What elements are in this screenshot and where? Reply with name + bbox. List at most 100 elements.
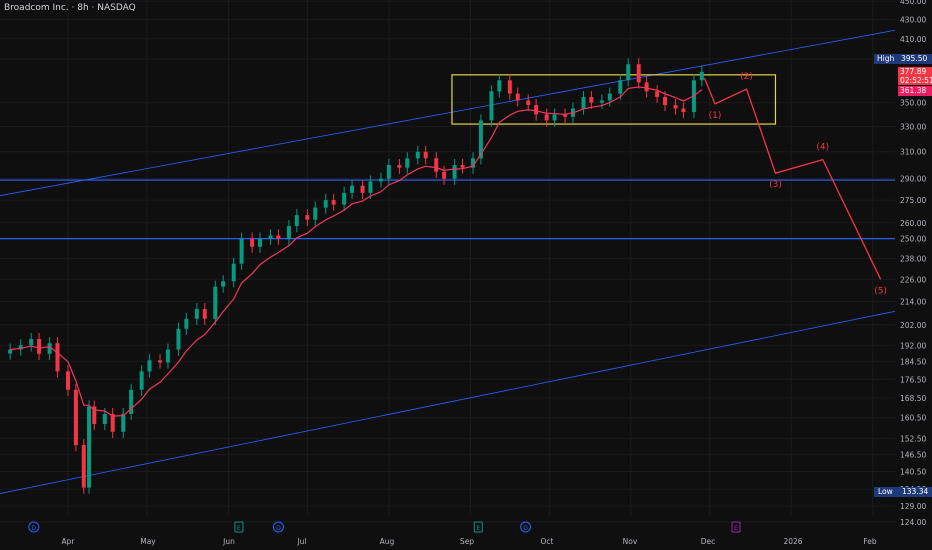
- candle-body: [589, 96, 594, 103]
- time-axis-tick: May: [140, 537, 156, 546]
- price-axis-tick: 330.00: [900, 122, 926, 131]
- price-axis-tick: 310.00: [900, 148, 926, 157]
- candle-body: [102, 413, 107, 425]
- last-price-label: 377.89 02:52:51: [898, 67, 932, 85]
- price-axis-tick: 410.00: [900, 35, 926, 44]
- candle-body: [673, 105, 678, 109]
- price-axis-tick: 202.00: [900, 321, 926, 330]
- candle-body: [681, 108, 686, 113]
- price-axis-tick: 152.50: [900, 434, 926, 443]
- marker-letter: D: [31, 525, 36, 532]
- candle-body: [423, 151, 428, 159]
- wave-label: (3): [769, 180, 782, 190]
- candle-body: [313, 207, 318, 220]
- price-axis-tick: 350.00: [900, 99, 926, 108]
- candle-body: [515, 93, 520, 101]
- earnings-marker-icon[interactable]: E: [234, 521, 244, 533]
- wave-label: (1): [709, 111, 722, 121]
- candle-body: [415, 151, 420, 159]
- price-axis-tick: 176.50: [900, 375, 926, 384]
- candle-body: [147, 360, 152, 372]
- candle-body: [552, 114, 557, 121]
- price-axis-tick: 192.00: [900, 341, 926, 350]
- candle-body: [350, 185, 355, 193]
- ema-line: [10, 86, 703, 417]
- price-axis-tick: 124.00: [900, 518, 926, 527]
- candle-body: [442, 171, 447, 179]
- marker-letter: E: [476, 525, 480, 532]
- candle-body: [360, 185, 365, 193]
- candle-body: [286, 225, 291, 239]
- price-axis-tick: 250.00: [900, 235, 926, 244]
- candle-body: [655, 91, 660, 97]
- time-axis-tick: 2026: [783, 537, 803, 546]
- candle-body: [213, 286, 218, 319]
- ema-price-label: 361.38: [898, 86, 932, 96]
- price-axis-tick: 226.00: [900, 275, 926, 284]
- price-axis-tick: 275.00: [900, 196, 926, 205]
- price-axis-tick: 129.00: [900, 502, 926, 511]
- price-axis-tick: 168.50: [900, 394, 926, 403]
- candle-body: [323, 200, 328, 208]
- candle-body: [507, 80, 512, 94]
- candle-body: [626, 64, 631, 81]
- high-label-text: High: [877, 54, 895, 63]
- channel-line-upper: [0, 29, 897, 197]
- time-axis-tick: Aug: [379, 537, 395, 546]
- candle-body: [294, 215, 299, 226]
- candle-body: [636, 64, 641, 83]
- candle-body: [73, 389, 78, 446]
- candle-body: [618, 80, 623, 94]
- high-price-label: High 395.50: [874, 54, 932, 64]
- price-chart[interactable]: (1)(2)(3)(4)(5)450.00430.00410.00390.003…: [0, 0, 932, 550]
- time-axis-tick: Dec: [700, 537, 716, 546]
- time-axis-tick: Nov: [622, 537, 638, 546]
- ema-value: 361.38: [900, 86, 927, 95]
- candle-body: [497, 80, 502, 92]
- dividend-marker-icon[interactable]: D: [272, 521, 284, 533]
- candle-body: [81, 445, 86, 488]
- price-axis-tick: 450.00: [900, 0, 926, 6]
- candle-body: [165, 349, 170, 363]
- candle-body: [250, 238, 255, 247]
- time-axis-tick: Apr: [61, 537, 75, 546]
- wave-label: (5): [874, 286, 887, 296]
- candle-body: [386, 164, 391, 179]
- low-value: 133.34: [902, 487, 929, 496]
- dividend-marker-icon[interactable]: D: [28, 521, 40, 533]
- candle-body: [644, 82, 649, 92]
- candle-body: [66, 371, 70, 390]
- candle-body: [37, 339, 42, 354]
- time-axis-tick: Jul: [297, 537, 307, 546]
- earnings-marker-icon[interactable]: E: [731, 521, 741, 533]
- candle-body: [581, 96, 586, 109]
- price-axis-tick: 214.00: [900, 297, 926, 306]
- candle-body: [231, 263, 236, 282]
- candle-body: [544, 114, 549, 121]
- price-axis-tick: 290.00: [900, 175, 926, 184]
- low-label-text: Low: [878, 487, 893, 496]
- marker-letter: E: [734, 525, 738, 532]
- candle-body: [663, 96, 668, 106]
- price-axis-tick: 160.50: [900, 414, 926, 423]
- marker-letter: D: [276, 525, 281, 532]
- candle-body: [607, 93, 612, 101]
- candle-body: [599, 100, 604, 103]
- price-axis-tick: 260.00: [900, 219, 926, 228]
- dividend-marker-icon[interactable]: D: [520, 521, 532, 533]
- candle-body: [184, 318, 189, 329]
- candle-body: [87, 406, 92, 488]
- time-axis-tick: Oct: [540, 537, 554, 546]
- earnings-marker-icon[interactable]: E: [473, 521, 483, 533]
- channel-line-lower: [0, 310, 897, 494]
- candle-body: [526, 100, 531, 106]
- high-value: 395.50: [901, 54, 928, 63]
- time-axis-tick: Jun: [223, 537, 235, 546]
- candle-body: [489, 91, 494, 121]
- low-price-label: Low 133.34: [874, 487, 932, 497]
- candle-body: [331, 200, 336, 205]
- candle-body: [55, 343, 60, 372]
- marker-letter: D: [523, 525, 528, 532]
- time-axis-tick: Feb: [863, 537, 877, 546]
- marker-letter: E: [237, 525, 241, 532]
